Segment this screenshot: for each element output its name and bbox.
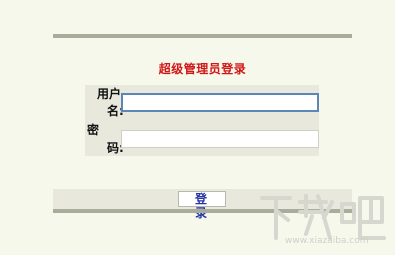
username-label-line1: 用户	[97, 87, 122, 101]
password-label-line1: 密	[87, 123, 100, 137]
login-button[interactable]: 登 录	[178, 191, 226, 220]
top-divider	[53, 34, 352, 38]
watermark-url: www.xiazaiba.com	[285, 236, 369, 246]
page-title: 超级管理员登录	[158, 62, 247, 76]
username-input[interactable]	[121, 93, 319, 112]
password-input[interactable]	[121, 130, 319, 148]
